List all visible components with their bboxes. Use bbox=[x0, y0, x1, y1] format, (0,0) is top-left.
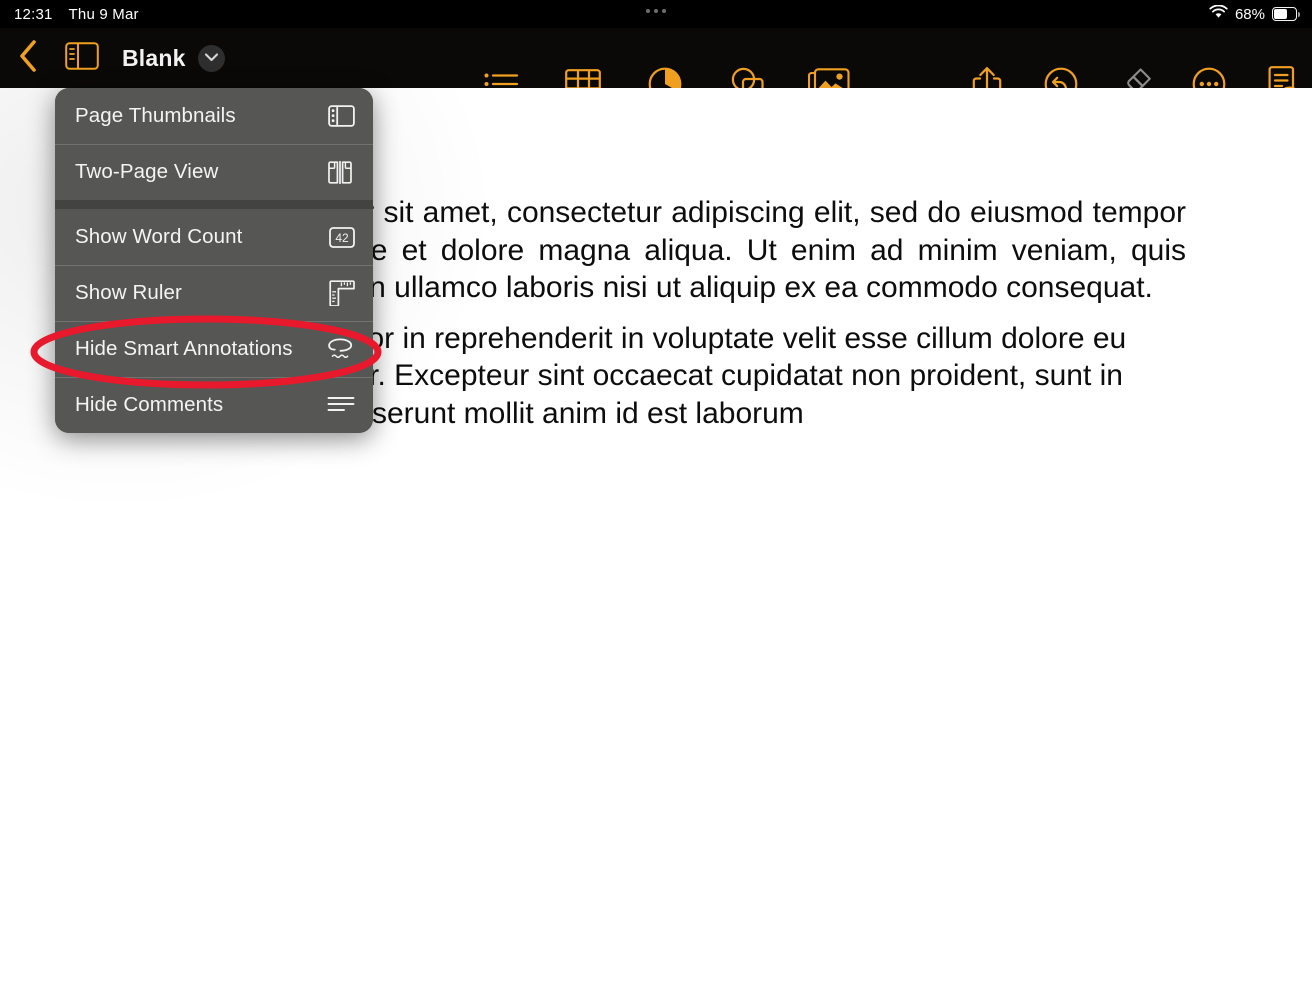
ipad-pages-screen: 12:31 Thu 9 Mar 68% Blank Lorem ipsum do… bbox=[0, 0, 1312, 984]
document-title-menu-button[interactable] bbox=[197, 44, 225, 72]
toolbar-left-cluster: Blank bbox=[0, 28, 225, 88]
status-time: 12:31 bbox=[14, 5, 53, 23]
word-count-42-icon: 42 bbox=[321, 226, 355, 248]
svg-text:42: 42 bbox=[335, 231, 349, 245]
status-right-cluster: 68% bbox=[1209, 0, 1300, 28]
menu-item-label: Show Ruler bbox=[75, 281, 182, 304]
menu-item-label: Hide Comments bbox=[75, 393, 224, 416]
menu-item-page-thumbnails[interactable]: Page Thumbnails bbox=[55, 88, 373, 144]
back-button[interactable] bbox=[0, 28, 56, 88]
status-date: Thu 9 Mar bbox=[68, 5, 139, 23]
battery-icon bbox=[1272, 7, 1300, 21]
chevron-left-icon bbox=[17, 39, 39, 78]
two-page-view-icon bbox=[321, 160, 355, 184]
menu-item-show-ruler[interactable]: Show Ruler bbox=[55, 265, 373, 321]
menu-item-show-word-count[interactable]: Show Word Count 42 bbox=[55, 209, 373, 265]
wifi-icon bbox=[1209, 4, 1228, 24]
menu-item-label: Hide Smart Annotations bbox=[75, 337, 293, 360]
ruler-icon bbox=[321, 280, 355, 306]
menu-item-label: Show Word Count bbox=[75, 225, 243, 248]
menu-item-label: Page Thumbnails bbox=[75, 104, 236, 127]
sidebar-toggle-icon bbox=[65, 41, 99, 75]
status-bar: 12:31 Thu 9 Mar 68% bbox=[0, 0, 1312, 28]
sidebar-toggle-button[interactable] bbox=[56, 28, 108, 88]
menu-item-hide-comments[interactable]: Hide Comments bbox=[55, 377, 373, 433]
chevron-down-icon bbox=[204, 49, 219, 67]
menu-group-separator bbox=[55, 200, 373, 209]
comments-lines-icon bbox=[321, 395, 355, 415]
menu-item-label: Two-Page View bbox=[75, 160, 219, 183]
menu-item-two-page-view[interactable]: Two-Page View bbox=[55, 144, 373, 200]
app-toolbar: Blank bbox=[0, 28, 1312, 102]
menu-item-hide-smart-annotations[interactable]: Hide Smart Annotations bbox=[55, 321, 373, 377]
smart-annotation-icon bbox=[321, 337, 355, 361]
view-options-menu: Page Thumbnails Two-Page View Show Word … bbox=[55, 88, 373, 433]
battery-percent-label: 68% bbox=[1234, 5, 1265, 23]
multitask-dots-icon[interactable] bbox=[646, 9, 666, 13]
page-thumbnails-icon bbox=[321, 105, 355, 127]
document-title[interactable]: Blank bbox=[122, 45, 186, 72]
